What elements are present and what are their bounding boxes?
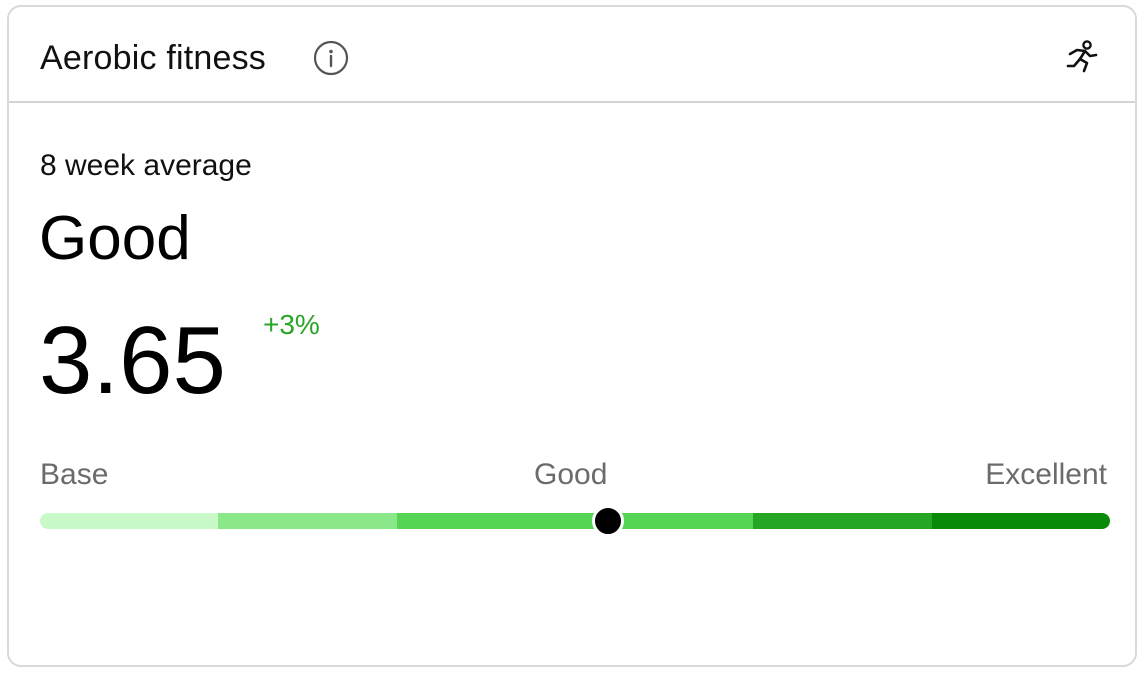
scale-segment	[753, 513, 932, 529]
fitness-rating: Good	[39, 204, 191, 273]
score-change-badge: +3%	[263, 309, 320, 340]
scale-segment	[218, 513, 397, 529]
scale-marker	[592, 505, 625, 537]
card-title: Aerobic fitness	[40, 39, 266, 77]
info-icon[interactable]	[313, 40, 349, 76]
period-label: 8 week average	[40, 149, 252, 182]
scale-segment	[40, 513, 219, 529]
aerobic-fitness-card: Aerobic fitness 8 week average Good 3.65…	[7, 5, 1137, 667]
fitness-scale-bar	[40, 513, 1110, 529]
scale-label-excellent: Excellent	[985, 458, 1107, 491]
scale-label-good: Good	[534, 458, 608, 491]
card-header: Aerobic fitness	[9, 7, 1135, 103]
running-person-icon[interactable]	[1065, 39, 1099, 73]
scale-segment	[396, 513, 575, 529]
scale-segment	[931, 513, 1110, 529]
scale-label-base: Base	[40, 458, 109, 491]
fitness-score: 3.65	[39, 307, 226, 414]
